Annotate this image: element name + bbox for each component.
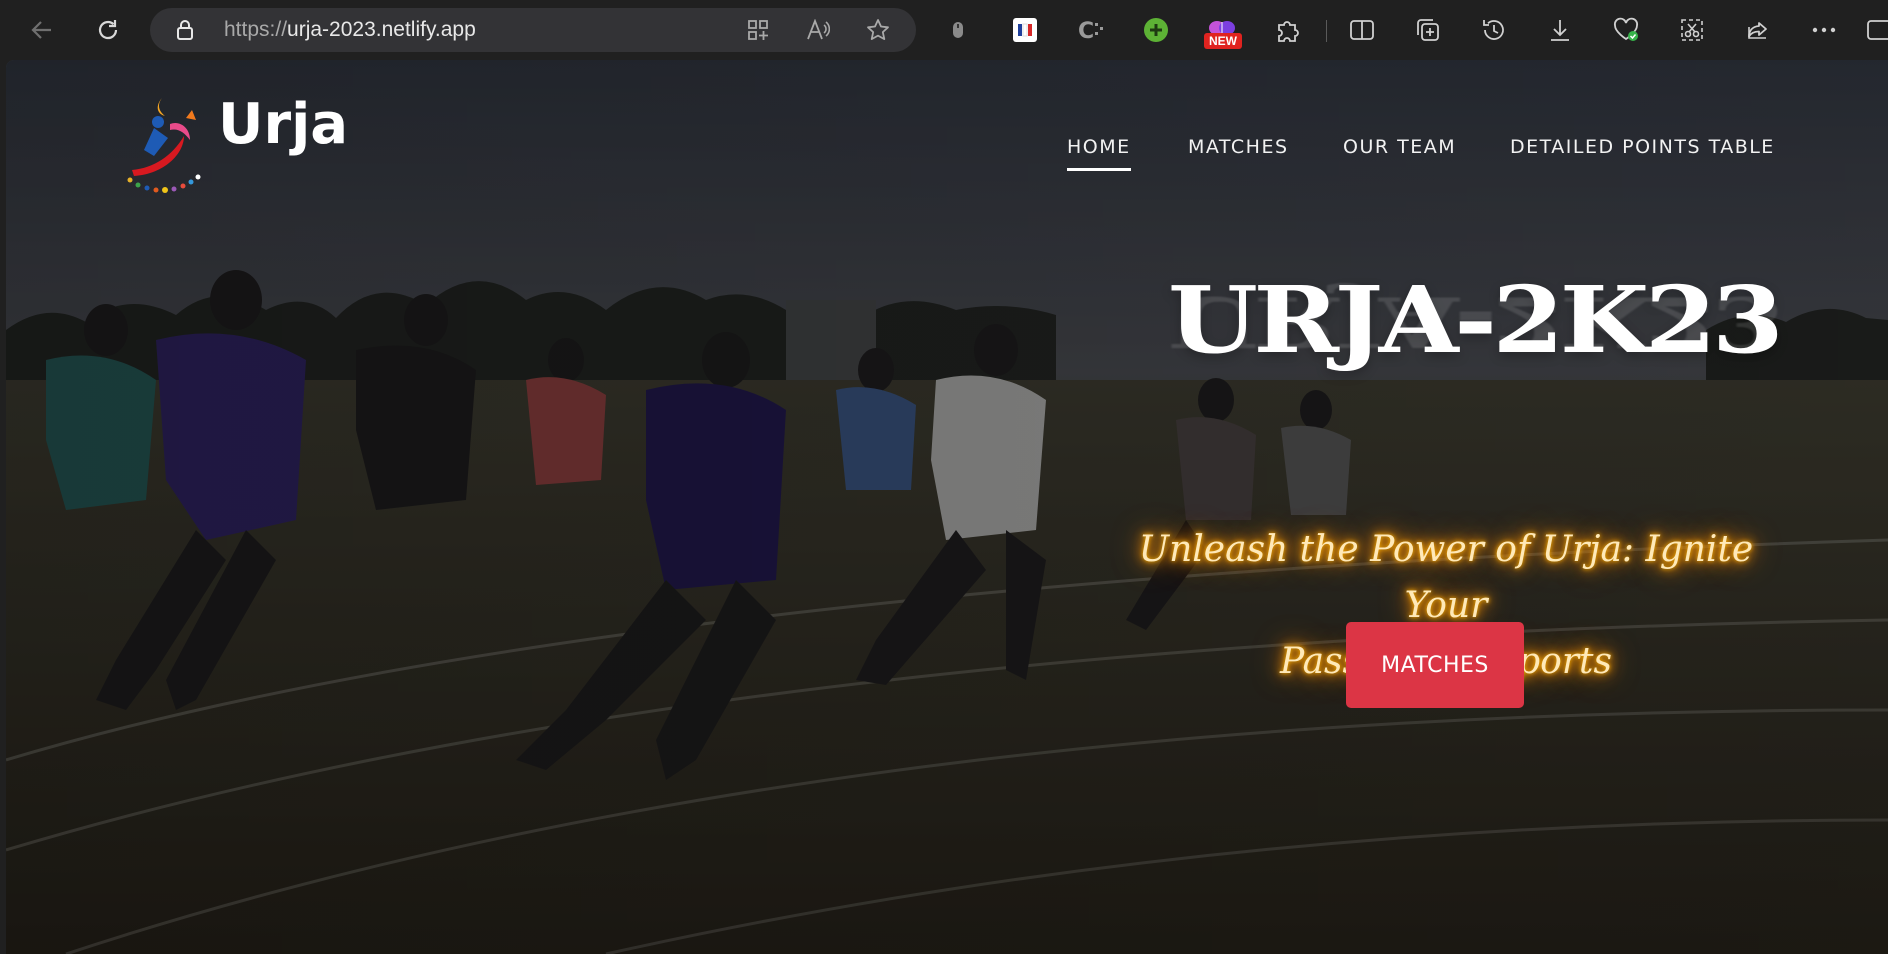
code-extension-icon: C (1078, 19, 1103, 43)
downloads-button[interactable] (1542, 12, 1578, 48)
matches-cta-button[interactable]: MATCHES (1346, 622, 1524, 708)
extension-plus-button[interactable] (1138, 12, 1174, 48)
heart-pulse-icon (1614, 17, 1638, 41)
extension-mouse-button[interactable] (940, 12, 976, 48)
arrow-left-icon (31, 21, 51, 39)
refresh-button[interactable] (90, 12, 126, 48)
sidebar-toggle-button[interactable] (1866, 12, 1888, 48)
read-aloud-button[interactable] (804, 16, 832, 44)
plus-circle-icon (1144, 18, 1168, 42)
nav-our-team[interactable]: OUR TEAM (1343, 134, 1456, 174)
lock-icon (176, 20, 194, 40)
extension-c-button[interactable]: C (1073, 12, 1109, 48)
page-viewport: Urja HOME MATCHES OUR TEAM DETAILED POIN… (6, 60, 1888, 954)
split-screen-icon (1350, 20, 1374, 40)
refresh-icon (98, 20, 118, 40)
app-available-button[interactable] (744, 16, 772, 44)
hero-title-reflection: URJA-2K23 (1168, 281, 1780, 362)
brand-name[interactable]: Urja (218, 92, 348, 157)
new-badge: NEW (1204, 33, 1242, 49)
extension-flag-button[interactable] (1007, 12, 1043, 48)
mouse-icon (953, 22, 963, 38)
split-screen-button[interactable] (1344, 12, 1380, 48)
read-aloud-icon (807, 19, 830, 40)
urja-logo-icon[interactable] (124, 96, 212, 200)
scissors-icon (1681, 19, 1703, 41)
web-capture-button[interactable] (1674, 12, 1710, 48)
share-icon (1748, 22, 1767, 39)
browser-essentials-button[interactable] (1608, 12, 1644, 48)
favorite-button[interactable] (864, 16, 892, 44)
nav-detailed-points-table[interactable]: DETAILED POINTS TABLE (1510, 134, 1775, 174)
nav-matches[interactable]: MATCHES (1188, 134, 1289, 174)
flag-extension-icon (1013, 18, 1037, 42)
star-icon (867, 19, 889, 40)
url-text[interactable]: https://urja-2023.netlify.app (224, 8, 476, 52)
share-button[interactable] (1740, 12, 1776, 48)
download-icon (1551, 20, 1569, 41)
more-options-button[interactable] (1806, 12, 1842, 48)
site-navbar: Urja HOME MATCHES OUR TEAM DETAILED POIN… (6, 60, 1888, 220)
nav-home[interactable]: HOME (1067, 134, 1131, 174)
extensions-button[interactable] (1270, 12, 1306, 48)
collections-icon (1417, 19, 1439, 41)
puzzle-icon (1278, 21, 1299, 42)
ellipsis-icon (1812, 27, 1836, 33)
browser-toolbar: https://urja-2023.netlify.app C NEW (0, 0, 1888, 60)
hero-tagline-line1: Unleash the Power of Urja: Ignite Your (1138, 529, 1754, 626)
collections-button[interactable] (1410, 12, 1446, 48)
history-icon (1483, 20, 1504, 40)
history-button[interactable] (1476, 12, 1512, 48)
svg-text:C: C (1078, 19, 1094, 43)
sidebar-icon (1867, 20, 1888, 40)
toolbar-divider (1326, 20, 1327, 42)
hero-title: URJA-2K23 URJA-2K23 (1168, 266, 1784, 436)
back-button[interactable] (24, 12, 60, 48)
address-bar[interactable]: https://urja-2023.netlify.app (150, 8, 916, 52)
apps-icon (748, 20, 768, 40)
